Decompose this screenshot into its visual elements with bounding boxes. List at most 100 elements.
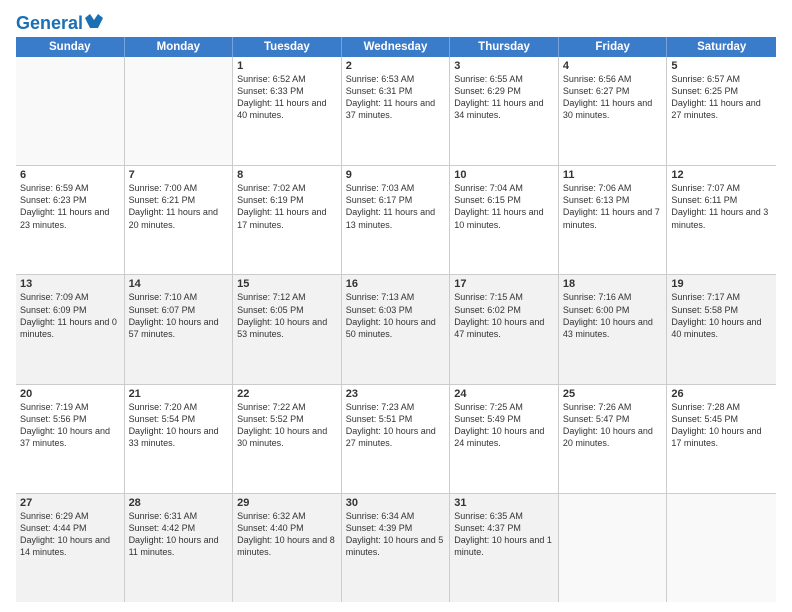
- day-number: 13: [20, 278, 120, 290]
- cal-cell: 29Sunrise: 6:32 AM Sunset: 4:40 PM Dayli…: [233, 494, 342, 602]
- day-number: 15: [237, 278, 337, 290]
- cal-cell: 26Sunrise: 7:28 AM Sunset: 5:45 PM Dayli…: [667, 385, 776, 493]
- day-number: 20: [20, 388, 120, 400]
- day-info: Sunrise: 7:26 AM Sunset: 5:47 PM Dayligh…: [563, 401, 663, 450]
- cal-cell: 30Sunrise: 6:34 AM Sunset: 4:39 PM Dayli…: [342, 494, 451, 602]
- cal-cell: 20Sunrise: 7:19 AM Sunset: 5:56 PM Dayli…: [16, 385, 125, 493]
- day-number: 1: [237, 60, 337, 72]
- day-info: Sunrise: 6:53 AM Sunset: 6:31 PM Dayligh…: [346, 73, 446, 122]
- cal-header-sunday: Sunday: [16, 37, 125, 57]
- day-info: Sunrise: 7:23 AM Sunset: 5:51 PM Dayligh…: [346, 401, 446, 450]
- day-info: Sunrise: 7:03 AM Sunset: 6:17 PM Dayligh…: [346, 182, 446, 231]
- cal-cell: 24Sunrise: 7:25 AM Sunset: 5:49 PM Dayli…: [450, 385, 559, 493]
- cal-week-3: 13Sunrise: 7:09 AM Sunset: 6:09 PM Dayli…: [16, 275, 776, 384]
- cal-cell: 6Sunrise: 6:59 AM Sunset: 6:23 PM Daylig…: [16, 166, 125, 274]
- cal-cell: 15Sunrise: 7:12 AM Sunset: 6:05 PM Dayli…: [233, 275, 342, 383]
- cal-cell: 7Sunrise: 7:00 AM Sunset: 6:21 PM Daylig…: [125, 166, 234, 274]
- day-info: Sunrise: 7:20 AM Sunset: 5:54 PM Dayligh…: [129, 401, 229, 450]
- header: General: [16, 12, 776, 31]
- cal-cell: 12Sunrise: 7:07 AM Sunset: 6:11 PM Dayli…: [667, 166, 776, 274]
- day-number: 19: [671, 278, 772, 290]
- cal-week-4: 20Sunrise: 7:19 AM Sunset: 5:56 PM Dayli…: [16, 385, 776, 494]
- cal-cell: 13Sunrise: 7:09 AM Sunset: 6:09 PM Dayli…: [16, 275, 125, 383]
- day-number: 24: [454, 388, 554, 400]
- logo-triangle-icon: [85, 12, 103, 30]
- day-info: Sunrise: 7:10 AM Sunset: 6:07 PM Dayligh…: [129, 291, 229, 340]
- cal-cell: 18Sunrise: 7:16 AM Sunset: 6:00 PM Dayli…: [559, 275, 668, 383]
- cal-cell: 11Sunrise: 7:06 AM Sunset: 6:13 PM Dayli…: [559, 166, 668, 274]
- cal-cell: [125, 57, 234, 165]
- cal-cell: 28Sunrise: 6:31 AM Sunset: 4:42 PM Dayli…: [125, 494, 234, 602]
- cal-cell: 1Sunrise: 6:52 AM Sunset: 6:33 PM Daylig…: [233, 57, 342, 165]
- day-number: 16: [346, 278, 446, 290]
- day-info: Sunrise: 7:22 AM Sunset: 5:52 PM Dayligh…: [237, 401, 337, 450]
- day-info: Sunrise: 7:07 AM Sunset: 6:11 PM Dayligh…: [671, 182, 772, 231]
- cal-cell: 23Sunrise: 7:23 AM Sunset: 5:51 PM Dayli…: [342, 385, 451, 493]
- cal-cell: 17Sunrise: 7:15 AM Sunset: 6:02 PM Dayli…: [450, 275, 559, 383]
- logo-text: General: [16, 14, 83, 34]
- day-info: Sunrise: 6:59 AM Sunset: 6:23 PM Dayligh…: [20, 182, 120, 231]
- day-number: 6: [20, 169, 120, 181]
- cal-cell: 22Sunrise: 7:22 AM Sunset: 5:52 PM Dayli…: [233, 385, 342, 493]
- day-info: Sunrise: 7:19 AM Sunset: 5:56 PM Dayligh…: [20, 401, 120, 450]
- day-info: Sunrise: 6:56 AM Sunset: 6:27 PM Dayligh…: [563, 73, 663, 122]
- day-number: 4: [563, 60, 663, 72]
- day-number: 9: [346, 169, 446, 181]
- logo: General: [16, 12, 103, 31]
- page: General SundayMondayTuesdayWednesdayThur…: [0, 0, 792, 612]
- day-number: 29: [237, 497, 337, 509]
- day-number: 8: [237, 169, 337, 181]
- day-info: Sunrise: 6:29 AM Sunset: 4:44 PM Dayligh…: [20, 510, 120, 559]
- cal-cell: 19Sunrise: 7:17 AM Sunset: 5:58 PM Dayli…: [667, 275, 776, 383]
- cal-header-tuesday: Tuesday: [233, 37, 342, 57]
- cal-header-saturday: Saturday: [667, 37, 776, 57]
- day-info: Sunrise: 6:52 AM Sunset: 6:33 PM Dayligh…: [237, 73, 337, 122]
- day-number: 2: [346, 60, 446, 72]
- day-info: Sunrise: 7:04 AM Sunset: 6:15 PM Dayligh…: [454, 182, 554, 231]
- cal-cell: 31Sunrise: 6:35 AM Sunset: 4:37 PM Dayli…: [450, 494, 559, 602]
- day-info: Sunrise: 7:00 AM Sunset: 6:21 PM Dayligh…: [129, 182, 229, 231]
- cal-cell: 21Sunrise: 7:20 AM Sunset: 5:54 PM Dayli…: [125, 385, 234, 493]
- cal-cell: 5Sunrise: 6:57 AM Sunset: 6:25 PM Daylig…: [667, 57, 776, 165]
- calendar: SundayMondayTuesdayWednesdayThursdayFrid…: [16, 37, 776, 602]
- cal-cell: 10Sunrise: 7:04 AM Sunset: 6:15 PM Dayli…: [450, 166, 559, 274]
- day-number: 17: [454, 278, 554, 290]
- day-info: Sunrise: 7:06 AM Sunset: 6:13 PM Dayligh…: [563, 182, 663, 231]
- day-info: Sunrise: 7:09 AM Sunset: 6:09 PM Dayligh…: [20, 291, 120, 340]
- day-info: Sunrise: 7:17 AM Sunset: 5:58 PM Dayligh…: [671, 291, 772, 340]
- day-info: Sunrise: 6:31 AM Sunset: 4:42 PM Dayligh…: [129, 510, 229, 559]
- cal-cell: [16, 57, 125, 165]
- cal-cell: 3Sunrise: 6:55 AM Sunset: 6:29 PM Daylig…: [450, 57, 559, 165]
- day-number: 28: [129, 497, 229, 509]
- day-number: 11: [563, 169, 663, 181]
- day-info: Sunrise: 6:35 AM Sunset: 4:37 PM Dayligh…: [454, 510, 554, 559]
- cal-header-monday: Monday: [125, 37, 234, 57]
- day-number: 23: [346, 388, 446, 400]
- day-number: 3: [454, 60, 554, 72]
- cal-cell: 27Sunrise: 6:29 AM Sunset: 4:44 PM Dayli…: [16, 494, 125, 602]
- day-number: 25: [563, 388, 663, 400]
- day-number: 30: [346, 497, 446, 509]
- cal-week-5: 27Sunrise: 6:29 AM Sunset: 4:44 PM Dayli…: [16, 494, 776, 602]
- day-info: Sunrise: 7:13 AM Sunset: 6:03 PM Dayligh…: [346, 291, 446, 340]
- day-number: 14: [129, 278, 229, 290]
- cal-cell: 14Sunrise: 7:10 AM Sunset: 6:07 PM Dayli…: [125, 275, 234, 383]
- cal-header-thursday: Thursday: [450, 37, 559, 57]
- day-number: 18: [563, 278, 663, 290]
- day-info: Sunrise: 6:55 AM Sunset: 6:29 PM Dayligh…: [454, 73, 554, 122]
- day-info: Sunrise: 7:15 AM Sunset: 6:02 PM Dayligh…: [454, 291, 554, 340]
- cal-cell: 4Sunrise: 6:56 AM Sunset: 6:27 PM Daylig…: [559, 57, 668, 165]
- day-number: 5: [671, 60, 772, 72]
- cal-cell: 16Sunrise: 7:13 AM Sunset: 6:03 PM Dayli…: [342, 275, 451, 383]
- cal-cell: 25Sunrise: 7:26 AM Sunset: 5:47 PM Dayli…: [559, 385, 668, 493]
- day-number: 22: [237, 388, 337, 400]
- day-number: 12: [671, 169, 772, 181]
- cal-week-2: 6Sunrise: 6:59 AM Sunset: 6:23 PM Daylig…: [16, 166, 776, 275]
- cal-cell: 2Sunrise: 6:53 AM Sunset: 6:31 PM Daylig…: [342, 57, 451, 165]
- cal-week-1: 1Sunrise: 6:52 AM Sunset: 6:33 PM Daylig…: [16, 57, 776, 166]
- day-info: Sunrise: 7:25 AM Sunset: 5:49 PM Dayligh…: [454, 401, 554, 450]
- cal-cell: 8Sunrise: 7:02 AM Sunset: 6:19 PM Daylig…: [233, 166, 342, 274]
- day-number: 31: [454, 497, 554, 509]
- day-number: 10: [454, 169, 554, 181]
- day-number: 26: [671, 388, 772, 400]
